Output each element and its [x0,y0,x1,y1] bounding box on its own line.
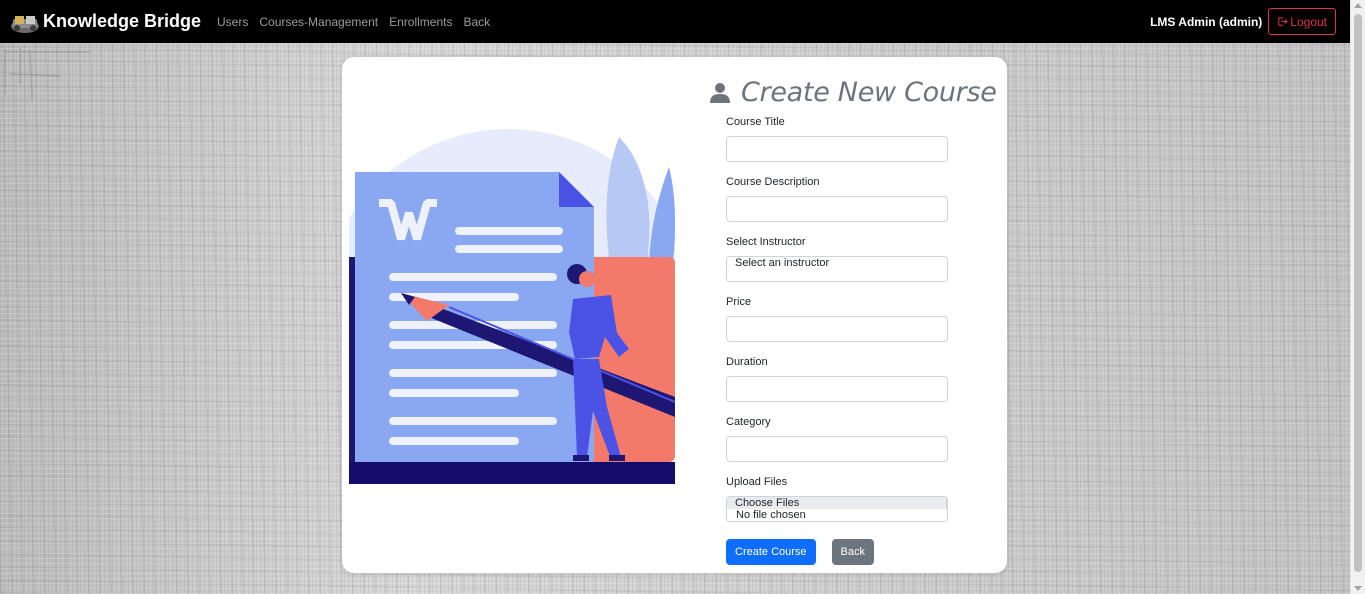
logout-icon [1278,17,1289,26]
nav-link-users[interactable]: Users [217,15,248,29]
category-input[interactable] [726,436,948,462]
scroll-down-icon[interactable] [1354,586,1362,591]
nav-link-enrollments[interactable]: Enrollments [389,15,452,29]
form-actions: Create Course Back [726,539,948,565]
field-instructor: Select Instructor Select an instructor [726,235,948,282]
choose-files-button[interactable]: Choose Files [727,497,947,509]
nav-user-area: LMS Admin (admin) Logout [1150,8,1336,35]
field-duration: Duration [726,355,948,402]
instructor-select[interactable]: Select an instructor [726,256,948,282]
document-illustration [349,129,675,507]
course-title-input[interactable] [726,136,948,162]
nav-link-back[interactable]: Back [463,15,490,29]
file-input[interactable]: Choose Files No file chosen [726,496,948,522]
create-course-card: Create New Course Course Title Course De… [342,57,1007,573]
course-title-label: Course Title [726,116,785,128]
page-title: Create New Course [741,77,997,108]
field-category: Category [726,415,948,462]
price-input[interactable] [726,316,948,342]
current-user: LMS Admin (admin) [1150,14,1263,29]
back-button[interactable]: Back [831,539,875,565]
logout-label: Logout [1290,14,1327,29]
vertical-scrollbar[interactable] [1350,0,1365,594]
duration-label: Duration [726,356,768,368]
field-upload-files: Upload Files Choose Files No file chosen [726,475,948,522]
course-description-label: Course Description [726,176,820,188]
price-label: Price [726,296,752,308]
category-label: Category [726,416,771,428]
form-heading: Create New Course [709,77,997,108]
brand-logo-icon [11,15,39,33]
create-course-button[interactable]: Create Course [726,539,816,565]
user-icon [710,82,730,103]
nav-link-courses-management[interactable]: Courses-Management [259,15,378,29]
navbar: Knowledge Bridge Users Courses-Managemen… [0,0,1350,43]
logout-button[interactable]: Logout [1268,8,1336,35]
file-status: No file chosen [736,509,806,521]
background-sketch [4,48,90,100]
field-price: Price [726,295,948,342]
field-course-title: Course Title [726,115,948,162]
scroll-thumb[interactable] [1354,14,1362,572]
course-description-input[interactable] [726,196,948,222]
nav-links: Users Courses-Management Enrollments Bac… [217,15,501,29]
upload-files-label: Upload Files [726,476,788,488]
brand-name: Knowledge Bridge [43,11,202,31]
field-course-description: Course Description [726,175,948,222]
instructor-label: Select Instructor [726,236,806,248]
scroll-up-icon[interactable] [1354,3,1362,8]
create-course-form: Course Title Course Description Select I… [726,115,948,565]
brand[interactable]: Knowledge Bridge [9,10,201,34]
duration-input[interactable] [726,376,948,402]
